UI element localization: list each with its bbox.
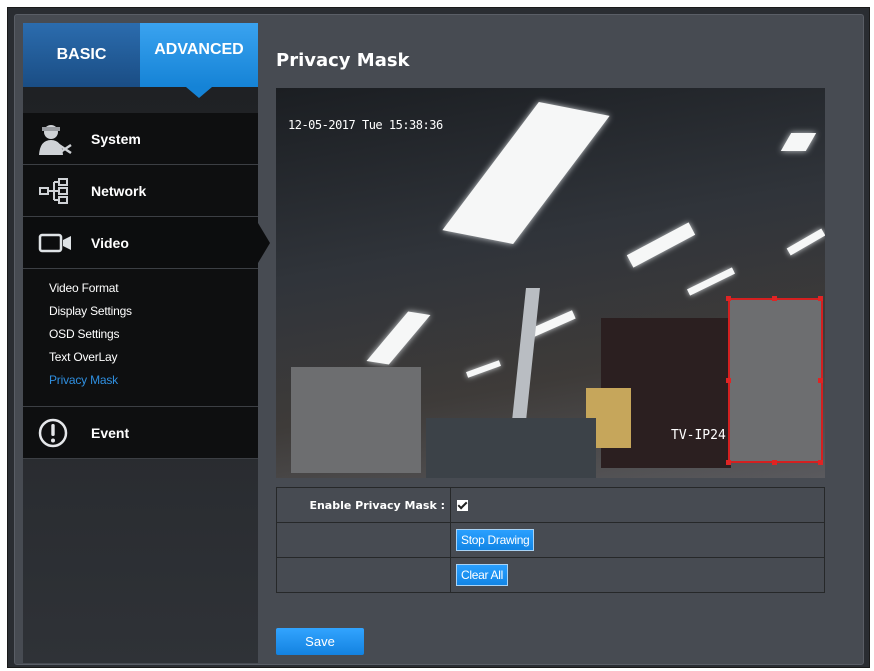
empty-cell [276,557,451,593]
camera-name-overlay: TV-IP24 [671,428,726,443]
resize-handle[interactable] [818,378,823,383]
page-title: Privacy Mask [276,50,410,71]
privacy-mask-area-selected[interactable] [728,298,823,463]
ceiling-light [686,267,736,296]
submenu-item-osd-settings[interactable]: OSD Settings [23,323,258,346]
ceiling-light [466,360,501,378]
tab-basic[interactable]: BASIC [23,23,140,87]
ceiling-light [626,222,696,268]
enable-privacy-mask-checkbox[interactable] [457,499,468,511]
sidebar-item-system[interactable]: System [23,113,258,165]
ceiling-light [780,133,817,151]
video-submenu: Video Format Display Settings OSD Settin… [23,269,258,407]
privacy-mask-area[interactable] [291,367,421,473]
clear-all-button[interactable]: Clear All [456,564,508,586]
sidebar-item-label: Event [91,425,130,441]
exclamation-icon [38,418,68,448]
ceiling-light [786,228,825,256]
empty-cell [276,522,451,558]
sidebar-item-event[interactable]: Event [23,407,258,459]
resize-handle[interactable] [772,460,777,465]
submenu-item-video-format[interactable]: Video Format [23,277,258,300]
active-tab-arrow [186,87,212,98]
table-row: Clear All [276,557,825,593]
sidebar-item-label: Video [91,235,129,251]
resize-handle[interactable] [772,296,777,301]
enable-privacy-mask-label: Enable Privacy Mask : [276,487,451,523]
sidebar-item-video[interactable]: Video [23,217,270,269]
video-camera-icon [38,233,71,253]
resize-handle[interactable] [726,378,731,383]
ceiling-light [366,311,431,365]
resize-handle[interactable] [726,460,731,465]
ceiling-light [442,102,610,244]
save-button[interactable]: Save [276,628,364,655]
resize-handle[interactable] [818,460,823,465]
sidebar-item-label: System [91,131,141,147]
privacy-mask-options: Enable Privacy Mask : Stop Drawing Clear… [276,487,825,593]
sidebar: BASIC ADVANCED System Network Video Vide… [23,23,270,663]
floor-area [426,418,596,478]
table-row: Stop Drawing [276,522,825,558]
tab-advanced[interactable]: ADVANCED [140,23,258,87]
submenu-item-display-settings[interactable]: Display Settings [23,300,258,323]
sidebar-item-network[interactable]: Network [23,165,258,217]
video-preview[interactable]: 12-05-2017 Tue 15:38:36 TV-IP24 [276,88,825,478]
network-icon [39,178,68,204]
stop-drawing-button[interactable]: Stop Drawing [456,529,535,551]
resize-handle[interactable] [726,296,731,301]
submenu-item-text-overlay[interactable]: Text OverLay [23,346,258,369]
table-row: Enable Privacy Mask : [276,487,825,523]
sidebar-item-label: Network [91,183,147,199]
system-user-icon [39,125,72,155]
mode-tabs: BASIC ADVANCED [23,23,258,98]
resize-handle[interactable] [818,296,823,301]
clear-all-cell: Clear All [450,557,825,593]
video-timestamp: 12-05-2017 Tue 15:38:36 [288,118,443,132]
submenu-item-privacy-mask[interactable]: Privacy Mask [23,369,258,392]
sidebar-menu: System Network Video Video Format Displa… [23,113,270,459]
enable-cell [450,487,825,523]
stop-drawing-cell: Stop Drawing [450,522,825,558]
